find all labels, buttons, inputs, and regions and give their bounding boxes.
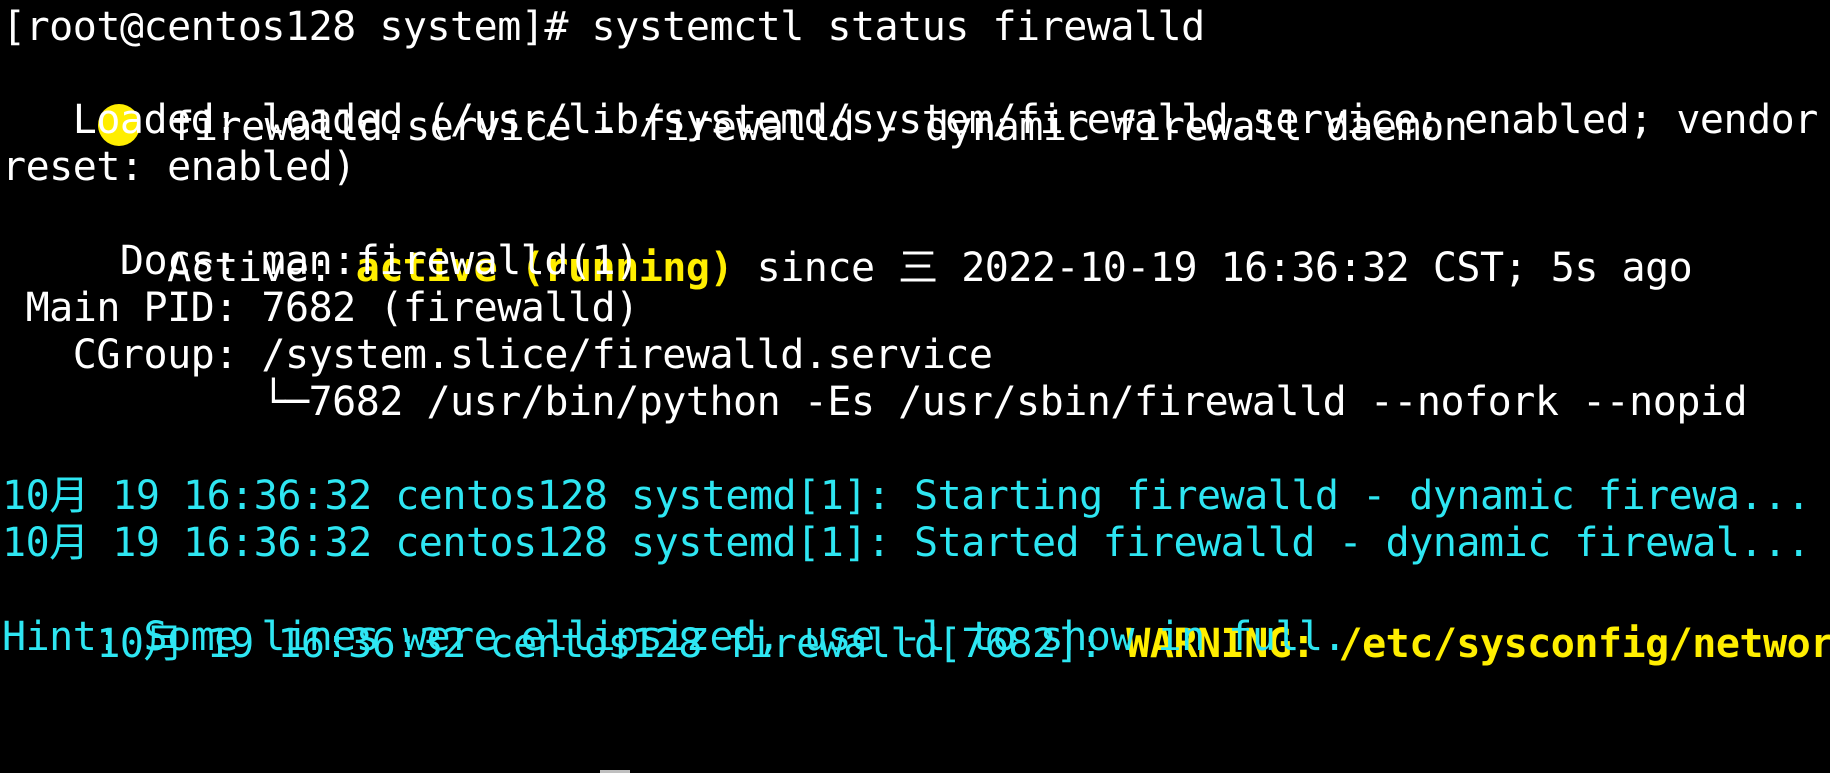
active-line: Active: active (running) since 三 2022-10…	[2, 187, 1693, 291]
main-pid-line: Main PID: 7682 (firewalld)	[2, 285, 640, 331]
log-line-3: 10月 19 16:36:32 centos128 firewalld[7682…	[2, 563, 1830, 667]
hint-line: Hint: Some lines were ellipsized, use -l…	[2, 614, 1347, 660]
log-line-1: 10月 19 16:36:32 centos128 systemd[1]: St…	[2, 473, 1811, 519]
log-line-2: 10月 19 16:36:32 centos128 systemd[1]: St…	[2, 520, 1811, 566]
cgroup-line: CGroup: /system.slice/firewalld.service	[2, 332, 993, 378]
loaded-line-1: Loaded: loaded (/usr/lib/systemd/system/…	[2, 97, 1830, 143]
cgroup-child-line: └─7682 /usr/bin/python -Es /usr/sbin/fir…	[2, 379, 1748, 425]
active-since: since 三 2022-10-19 16:36:32 CST; 5s ago	[733, 245, 1693, 291]
loaded-line-2: reset: enabled)	[2, 144, 356, 190]
terminal-window[interactable]: [root@centos128 system]# systemctl statu…	[0, 0, 1830, 773]
docs-line: Docs: man:firewalld(1)	[2, 238, 639, 284]
service-header-line: firewalld.service - firewalld - dynamic …	[2, 46, 1468, 150]
